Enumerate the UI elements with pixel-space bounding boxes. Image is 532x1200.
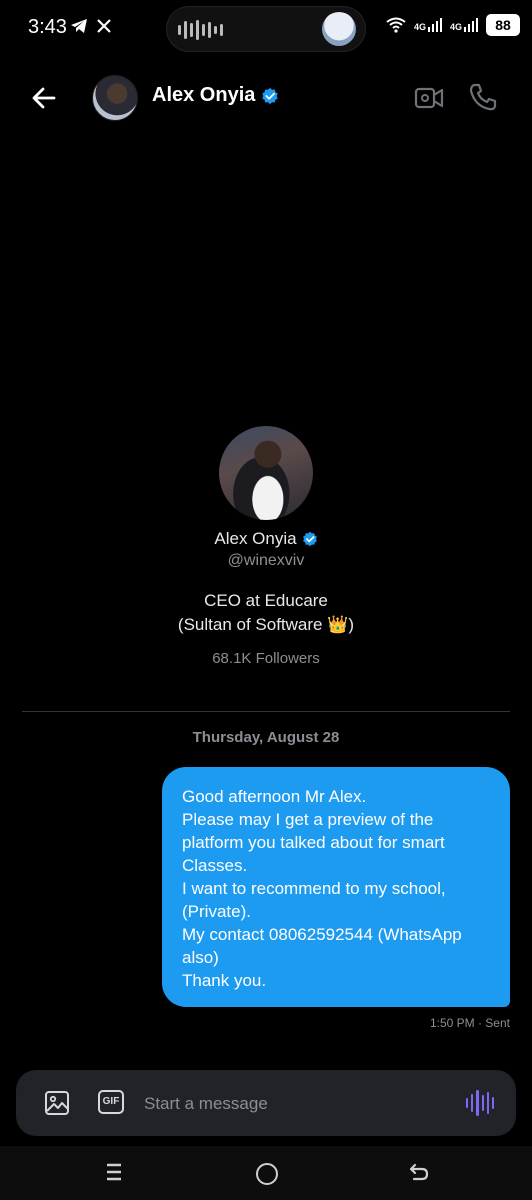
telegram-icon xyxy=(71,19,87,33)
recents-icon[interactable] xyxy=(104,1162,124,1182)
profile-name: Alex Onyia xyxy=(214,529,297,548)
wifi-icon xyxy=(386,17,406,33)
message-line: platform you talked about for smart xyxy=(182,833,445,852)
message-input[interactable] xyxy=(142,1088,446,1120)
back-nav-icon[interactable] xyxy=(408,1162,430,1182)
signal-2: 4G xyxy=(450,18,478,32)
message-line: I want to recommend to my school, xyxy=(182,879,446,898)
bio-line: CEO at Educare xyxy=(204,591,328,610)
media-thumbnail xyxy=(322,12,356,46)
profile-handle: @winexviv xyxy=(227,552,305,569)
dynamic-island xyxy=(166,6,366,52)
image-icon[interactable] xyxy=(44,1090,70,1116)
system-nav-bar xyxy=(0,1146,532,1200)
bio-line: (Sultan of Software 👑) xyxy=(177,615,355,634)
network-type-1: 4G xyxy=(413,22,426,32)
message-line: My contact 08062592544 (WhatsApp xyxy=(182,925,462,944)
system-status: 4G 4G 88 xyxy=(386,14,520,36)
message-line: Thank you. xyxy=(182,971,267,990)
message-composer: GIF xyxy=(16,1070,516,1136)
battery-indicator: 88 xyxy=(486,14,520,36)
header-contact[interactable]: Alex Onyia xyxy=(152,84,279,107)
home-icon[interactable] xyxy=(256,1163,278,1185)
x-logo-icon xyxy=(97,19,111,33)
back-arrow-icon[interactable] xyxy=(28,82,60,114)
audio-wave-icon xyxy=(178,20,223,40)
message-line: Please may I get a preview of the xyxy=(182,810,434,829)
signal-1: 4G xyxy=(414,18,442,32)
video-call-icon[interactable] xyxy=(414,84,444,112)
profile-avatar[interactable] xyxy=(219,426,313,520)
message-line: (Private). xyxy=(182,902,251,921)
followers-count: 68.1K Followers xyxy=(212,650,320,667)
message-line: also) xyxy=(182,948,219,967)
header-avatar[interactable] xyxy=(92,75,138,121)
notification-icons xyxy=(70,18,112,34)
signal-bars-icon xyxy=(427,18,442,32)
message-timestamp: 1:50 PM · Sent xyxy=(429,1016,510,1030)
signal-bars-icon xyxy=(464,18,478,32)
verified-badge-icon xyxy=(262,87,279,104)
header-name: Alex Onyia xyxy=(152,84,256,106)
voice-message-icon[interactable] xyxy=(466,1090,495,1116)
divider xyxy=(22,711,510,712)
message-line: Classes. xyxy=(182,856,248,875)
network-type-2: 4G xyxy=(449,22,462,32)
date-separator: Thursday, August 28 xyxy=(192,729,340,746)
verified-badge-icon xyxy=(302,531,317,547)
profile-name-row: Alex Onyia xyxy=(0,529,532,549)
sent-message-bubble[interactable]: Good afternoon Mr Alex. Please may I get… xyxy=(162,767,510,1007)
status-time: 3:43 xyxy=(28,16,67,38)
message-line: Good afternoon Mr Alex. xyxy=(182,787,367,806)
profile-bio: CEO at Educare (Sultan of Software 👑) xyxy=(0,589,532,637)
phone-icon[interactable] xyxy=(468,82,498,112)
gif-icon[interactable]: GIF xyxy=(98,1090,124,1114)
